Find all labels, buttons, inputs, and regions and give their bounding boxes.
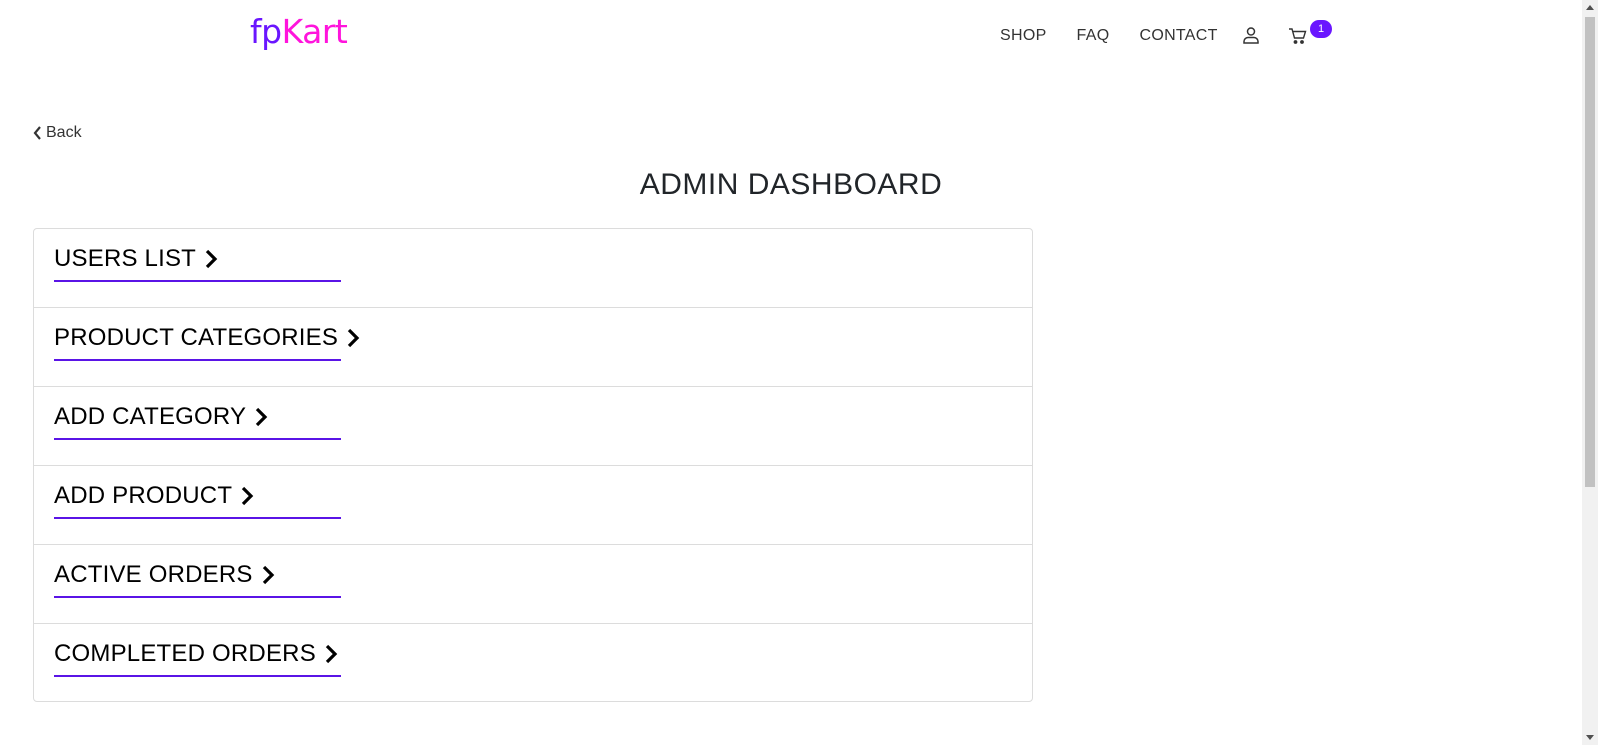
dashboard-list: USERS LIST PRODUCT CATEGORIES ADD CATEGO… (33, 228, 1033, 702)
users-list-link[interactable]: USERS LIST (54, 245, 218, 273)
nav-link-contact[interactable]: CONTACT (1139, 27, 1217, 45)
dashboard-item-label: PRODUCT CATEGORIES (54, 324, 339, 351)
page-title: ADMIN DASHBOARD (639, 168, 943, 201)
chevron-right-icon (256, 407, 268, 427)
nav-link-faq[interactable]: FAQ (1077, 27, 1110, 45)
item-underline (54, 438, 341, 440)
item-underline (54, 675, 341, 677)
dashboard-item-label: ADD PRODUCT (54, 482, 233, 509)
top-nav: SHOP FAQ CONTACT (1000, 24, 1307, 48)
completed-orders-link[interactable]: COMPLETED ORDERS (54, 640, 338, 668)
dashboard-item: PRODUCT CATEGORIES (34, 308, 1032, 387)
active-orders-link[interactable]: ACTIVE ORDERS (54, 561, 275, 589)
dashboard-item-label: ADD CATEGORY (54, 403, 247, 430)
scroll-up-arrow-icon[interactable] (1586, 5, 1594, 10)
vertical-scrollbar[interactable] (1582, 0, 1598, 745)
add-category-link[interactable]: ADD CATEGORY (54, 403, 268, 431)
dashboard-item-label: COMPLETED ORDERS (54, 640, 316, 667)
back-link[interactable]: Back (33, 124, 82, 142)
scroll-down-arrow-icon[interactable] (1586, 735, 1594, 740)
dashboard-item: ADD CATEGORY (34, 387, 1032, 466)
dashboard-item-label: USERS LIST (54, 245, 197, 272)
cart-count-badge: 1 (1310, 20, 1332, 38)
scrollbar-thumb[interactable] (1585, 17, 1595, 487)
dashboard-item: USERS LIST (34, 229, 1032, 308)
dashboard-item-label: ACTIVE ORDERS (54, 561, 253, 588)
add-product-link[interactable]: ADD PRODUCT (54, 482, 254, 510)
dashboard-item: COMPLETED ORDERS (34, 624, 1032, 703)
chevron-right-icon (262, 565, 274, 585)
chevron-right-icon (325, 644, 338, 664)
chevron-right-icon (242, 486, 254, 506)
item-underline (54, 517, 341, 519)
chevron-right-icon (347, 328, 360, 348)
brand-logo-part1: fp (250, 12, 282, 51)
chevron-right-icon (205, 249, 218, 269)
dashboard-item: ADD PRODUCT (34, 466, 1032, 545)
back-link-label: Back (46, 124, 82, 141)
item-underline (54, 359, 341, 361)
brand-logo[interactable]: fpKart (250, 10, 348, 54)
chevron-left-icon (33, 126, 41, 140)
dashboard-item: ACTIVE ORDERS (34, 545, 1032, 624)
user-icon[interactable] (1242, 26, 1262, 46)
item-underline (54, 280, 341, 282)
item-underline (54, 596, 341, 598)
product-categories-link[interactable]: PRODUCT CATEGORIES (54, 324, 360, 352)
brand-logo-part2: Kart (281, 12, 348, 51)
cart-icon[interactable] (1288, 26, 1310, 48)
nav-link-shop[interactable]: SHOP (1000, 27, 1047, 45)
